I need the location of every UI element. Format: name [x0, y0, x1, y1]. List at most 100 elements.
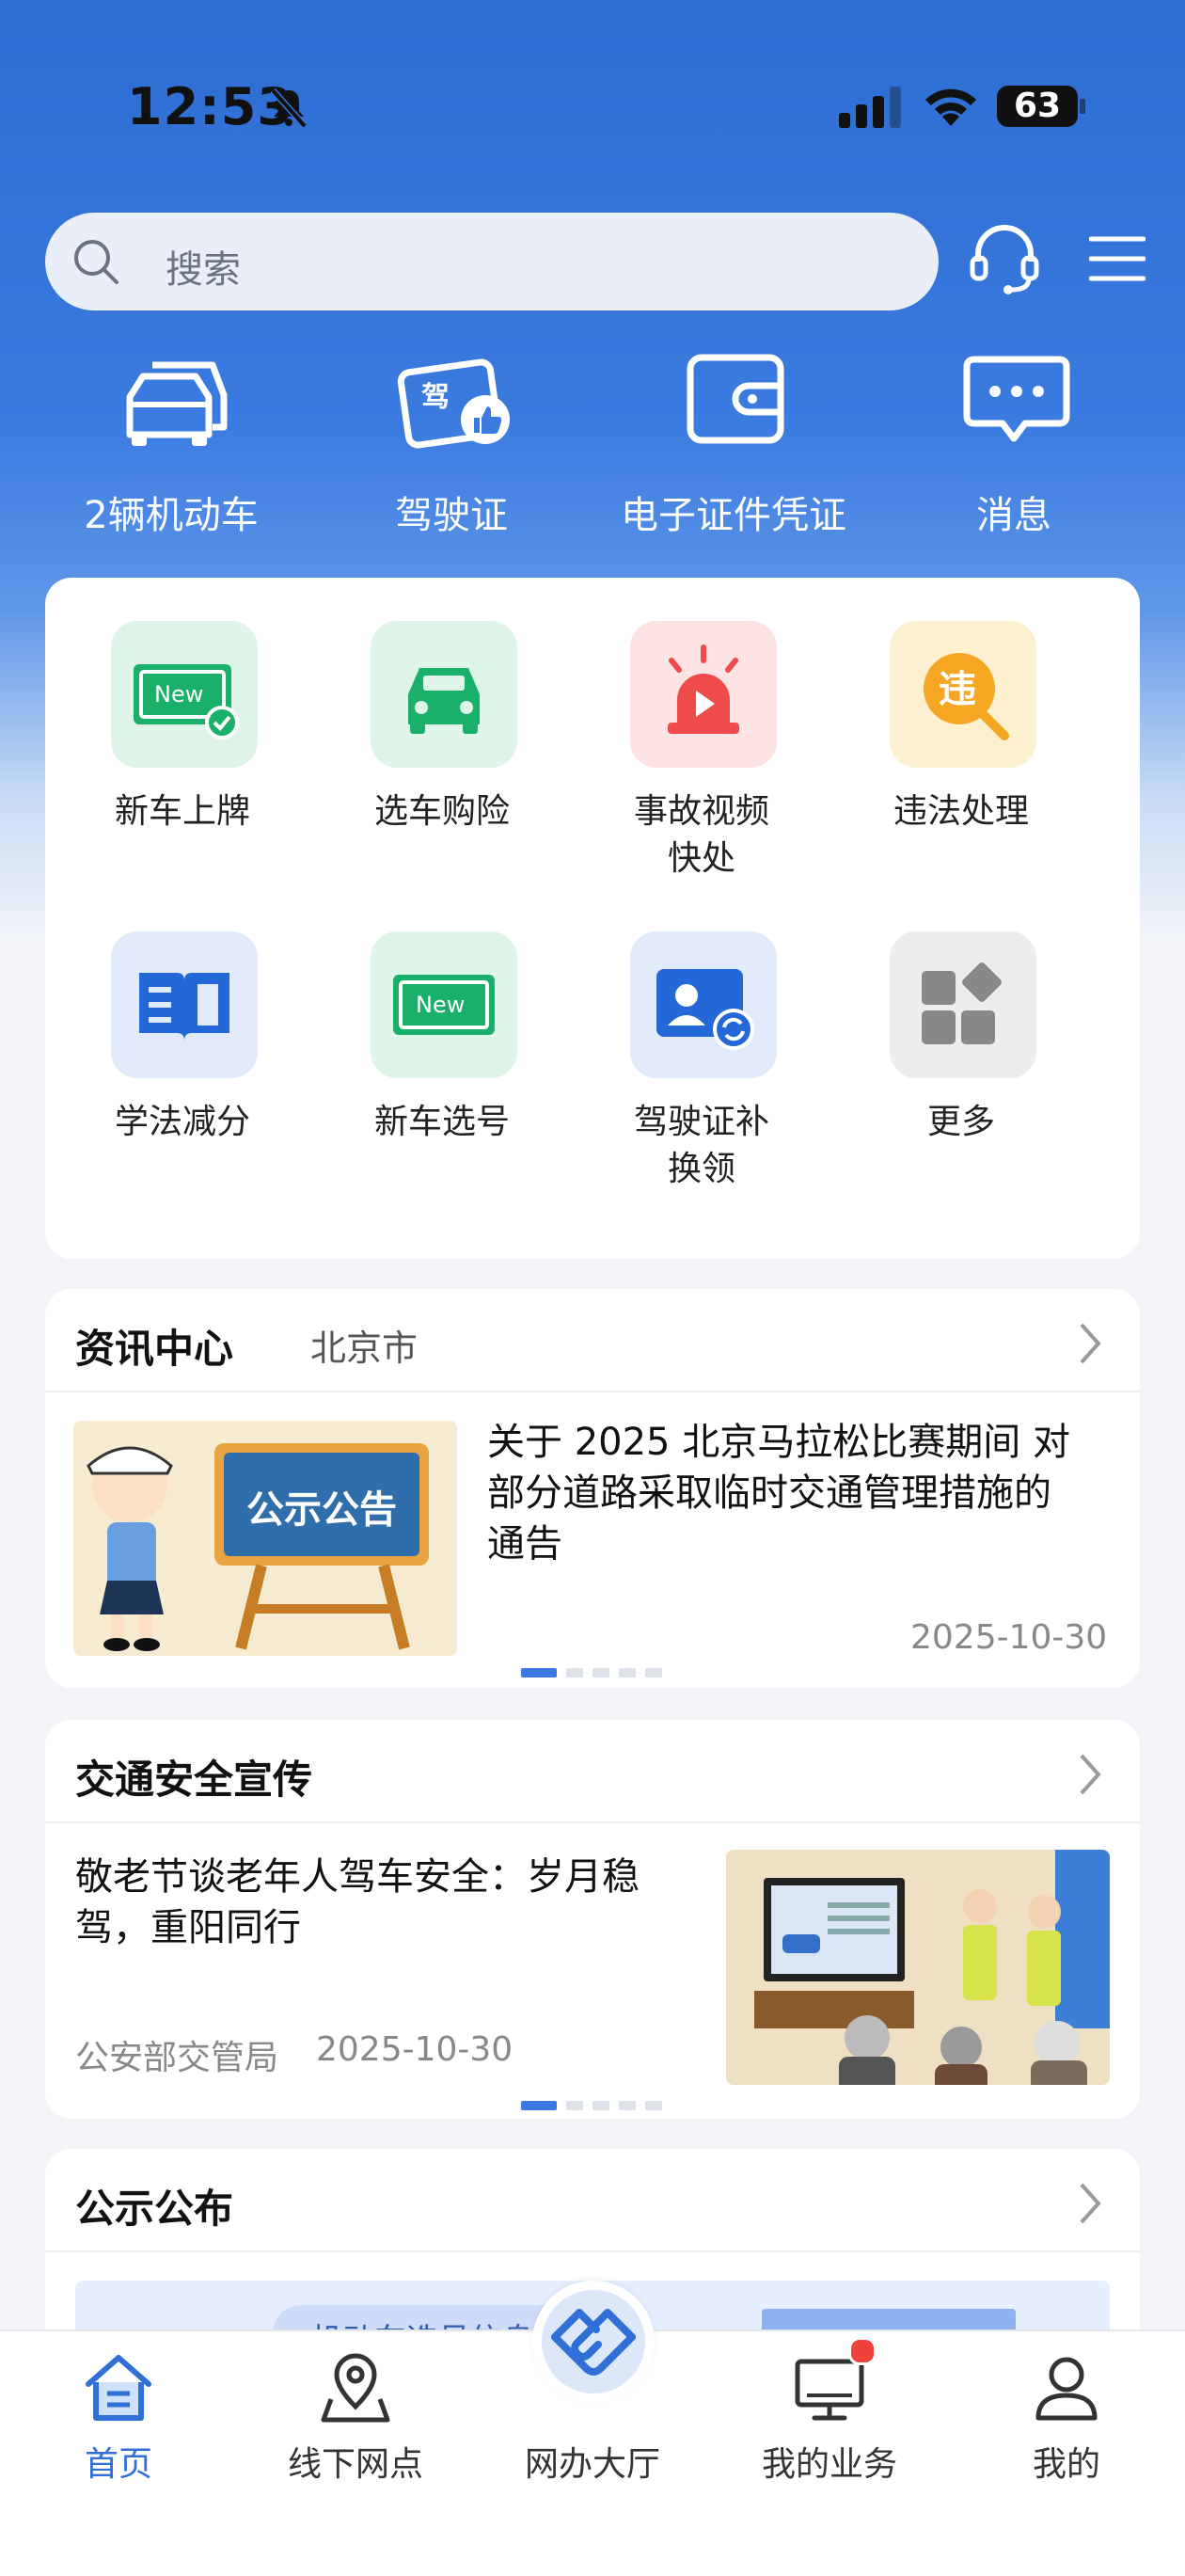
service-tile [371, 621, 517, 768]
safety-title-line: 驾，重阳同行 [75, 1906, 301, 1949]
license-thumb-icon: 驾 [397, 358, 510, 449]
safety-promo-card: 交通安全宣传 敬老节谈老年人驾车安全：岁月稳 驾，重阳同行 公安部交管局 202… [45, 1720, 1140, 2119]
safety-article-source: 公安部交管局 [75, 2039, 279, 2077]
status-bar: 12:53 63 [0, 0, 1185, 188]
home-icon [86, 2355, 151, 2421]
news-center-card: 资讯中心 北京市 公示公告 关于 2025 北京马拉松比赛期间 对 部分道路采取… [45, 1289, 1140, 1688]
service-tile [111, 931, 258, 1078]
user-icon [1035, 2357, 1098, 2421]
tab-label: 网办大厅 [524, 2445, 660, 2484]
service-label: 选车购险 [373, 792, 510, 831]
wallet-icon [687, 354, 784, 444]
service-label-line: 快处 [667, 839, 735, 878]
carousel-dots [521, 1663, 672, 1681]
safety-section-title: 交通安全宣传 [75, 1757, 313, 1803]
safety-article-title[interactable]: 敬老节谈老年人驾车安全：岁月稳 驾，重阳同行 [75, 1852, 715, 1953]
license-renew-icon [656, 969, 754, 1050]
battery-level: 63 [1013, 87, 1062, 125]
news-thumbnail[interactable]: 公示公告 [73, 1421, 457, 1656]
book-icon [139, 973, 229, 1041]
new-plate-check-icon: New [134, 664, 239, 739]
divider [45, 2250, 1140, 2252]
news-center-title: 资讯中心 [75, 1326, 234, 1372]
tab-label: 我的 [1032, 2445, 1100, 2484]
news-thumbnail-caption: 公示公告 [246, 1488, 397, 1532]
divider [45, 1821, 1140, 1823]
svg-text:New: New [416, 992, 465, 1018]
message-icon [963, 356, 1070, 442]
service-label: 更多 [926, 1103, 995, 1141]
service-label: 新车选号 [373, 1103, 510, 1141]
chevron-right-icon[interactable] [1076, 2181, 1104, 2226]
svg-text:New: New [154, 681, 203, 708]
carousel-dot [566, 2101, 583, 2110]
service-label-line: 事故视频 [633, 792, 769, 831]
chevron-right-icon[interactable] [1076, 1321, 1104, 1366]
svg-text:违: 违 [939, 668, 976, 711]
carousel-dot [645, 1668, 662, 1678]
news-title-line: 通告 [487, 1522, 562, 1566]
cars-icon [126, 361, 228, 446]
service-tile: New [111, 621, 258, 768]
carousel-dot [645, 2101, 662, 2110]
quick-label: 驾驶证 [395, 494, 508, 537]
notification-badge-dot [848, 2337, 877, 2365]
online-hall-button-bg [542, 2290, 645, 2393]
news-article-date: 2025-10-30 [910, 1618, 1108, 1657]
more-apps-icon [922, 962, 1002, 1044]
online-hall-button[interactable] [532, 2281, 655, 2403]
alarm-video-icon [668, 644, 739, 734]
quick-label: 2辆机动车 [84, 494, 259, 537]
news-title-line: 部分道路采取临时交通管理措施的 [487, 1471, 1051, 1515]
news-article-title[interactable]: 关于 2025 北京马拉松比赛期间 对 部分道路采取临时交通管理措施的 通告 [487, 1417, 1127, 1569]
search-icon [74, 240, 118, 284]
safety-thumbnail[interactable] [726, 1850, 1110, 2085]
cellular-signal-icon [839, 87, 901, 128]
svg-text:驾: 驾 [421, 381, 450, 414]
violation-search-icon: 违 [924, 653, 1009, 740]
menu-icon[interactable] [1089, 235, 1146, 282]
service-grid-card: New 新车上牌 选车购险 事故视频 快处 违 违法处理 学法减分 New 新车… [45, 578, 1140, 1259]
carousel-dot [592, 1668, 609, 1678]
service-label: 事故视频 快处 [572, 788, 831, 883]
safety-title-line: 敬老节谈老年人驾车安全：岁月稳 [75, 1855, 640, 1899]
service-tile [630, 621, 777, 768]
bell-muted-icon [270, 87, 308, 129]
tab-label: 线下网点 [287, 2445, 423, 2484]
service-label: 新车上牌 [114, 792, 250, 831]
carousel-dot [592, 2101, 609, 2110]
tab-label: 我的业务 [761, 2445, 897, 2484]
service-tile [630, 931, 777, 1078]
wifi-icon [925, 88, 976, 126]
chevron-right-icon[interactable] [1076, 1752, 1104, 1797]
carousel-dot-active [521, 1668, 557, 1678]
battery-indicator: 63 [997, 84, 1087, 129]
news-title-line: 关于 2025 北京马拉松比赛期间 对 [487, 1421, 1070, 1464]
service-label: 驾驶证补 换领 [572, 1099, 831, 1193]
location-pin-icon [321, 2353, 390, 2423]
police-mascot-illustration [87, 1443, 429, 1651]
service-tile [890, 931, 1036, 1078]
carousel-dot [566, 1668, 583, 1678]
safety-article-date: 2025-10-30 [316, 2030, 514, 2069]
search-placeholder: 搜索 [166, 248, 241, 292]
carousel-dot [619, 2101, 636, 2110]
classroom-illustration [726, 1850, 1110, 2085]
service-tile: New [371, 931, 517, 1078]
tab-label: 首页 [84, 2445, 152, 2484]
carousel-dot [619, 1668, 636, 1678]
divider [45, 1391, 1140, 1392]
service-label: 违法处理 [893, 792, 1029, 831]
new-plate-icon: New [393, 975, 495, 1035]
handshake-icon [551, 2309, 636, 2376]
quick-label: 电子证件凭证 [621, 494, 846, 537]
service-label-line: 驾驶证补 [633, 1103, 769, 1141]
notice-section-title: 公示公布 [75, 2186, 234, 2232]
quick-label: 消息 [976, 494, 1051, 537]
carousel-dots [521, 2096, 672, 2114]
customer-service-icon[interactable] [967, 220, 1042, 295]
car-front-icon [408, 668, 480, 734]
carousel-dot-active [521, 2101, 557, 2110]
news-center-city[interactable]: 北京市 [310, 1319, 418, 1371]
search-bar[interactable]: 搜索 [45, 213, 939, 310]
